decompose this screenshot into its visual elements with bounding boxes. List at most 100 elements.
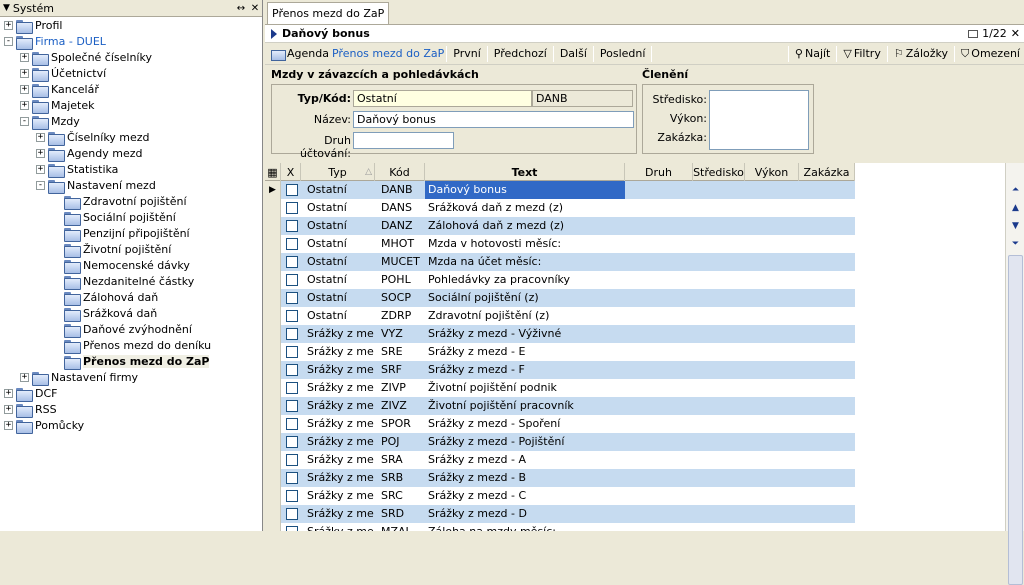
row-checkbox[interactable] (286, 292, 298, 304)
row-checkbox[interactable] (286, 454, 298, 466)
tree-item[interactable]: Zdravotní pojištění (52, 193, 187, 210)
collapse-icon[interactable]: - (4, 36, 13, 46)
table-row[interactable]: Ostatní DANS Srážková daň z mezd (z) (265, 199, 855, 217)
expand-icon[interactable]: + (20, 372, 29, 382)
tree-item[interactable]: Daňové zvýhodnění (52, 321, 192, 338)
table-row[interactable]: Ostatní MHOT Mzda v hotovosti měsíc: (265, 235, 855, 253)
tree-item[interactable]: Penzijní připojištění (52, 225, 190, 242)
agenda-link[interactable]: Přenos mezd do ZaP (332, 47, 444, 60)
scroll-bottom-icon[interactable]: ⏷ (1009, 239, 1022, 251)
expand-icon[interactable]: + (36, 164, 45, 174)
table-row[interactable]: Srážky z mezd SPOR Srážky z mezd - Spoření (265, 415, 855, 433)
tree-item[interactable]: Nemocenské dávky (52, 257, 190, 274)
table-row[interactable]: ▶ Ostatní DANB Daňový bonus (265, 181, 855, 199)
row-checkbox[interactable] (286, 328, 298, 340)
row-checkbox[interactable] (286, 364, 298, 376)
table-row[interactable]: Srážky z mezd POJ Srážky z mezd - Pojištěn… (265, 433, 855, 451)
last-button[interactable]: Poslední (596, 45, 650, 62)
division-textarea[interactable] (709, 90, 809, 150)
row-checkbox[interactable] (286, 526, 298, 531)
tree-item[interactable]: Životní pojištění (52, 241, 171, 258)
tree-item[interactable]: Přenos mezd do deníku (52, 337, 211, 354)
table-row[interactable]: Srážky z mezd VYZ Srážky z mezd - Výživné (265, 325, 855, 343)
tree-item[interactable]: + Společné číselníky (20, 49, 152, 66)
row-checkbox[interactable] (286, 490, 298, 502)
expand-icon[interactable]: + (20, 68, 29, 78)
tree-item[interactable]: + Pomůcky (4, 417, 84, 434)
tree-item[interactable]: + Agendy mezd (36, 145, 142, 162)
row-checkbox[interactable] (286, 418, 298, 430)
find-button[interactable]: ⚲ Najít (791, 45, 834, 62)
chevron-down-icon[interactable]: ▼ (3, 3, 10, 13)
first-button[interactable]: První (449, 45, 485, 62)
row-checkbox[interactable] (286, 202, 298, 214)
expand-icon[interactable]: + (20, 52, 29, 62)
tree-item[interactable]: + Číselníky mezd (36, 129, 150, 146)
scrollbar-thumb[interactable] (1008, 255, 1023, 585)
tree-item[interactable]: + Majetek (20, 97, 95, 114)
table-row[interactable]: Srážky z mezd ZIVP Životní pojištění podni… (265, 379, 855, 397)
tree-item[interactable]: Srážková daň (52, 305, 157, 322)
table-row[interactable]: Ostatní ZDRP Zdravotní pojištění (z) (265, 307, 855, 325)
expand-icon[interactable]: + (36, 148, 45, 158)
column-header-zakazka[interactable]: Zakázka (799, 163, 855, 181)
tree-item[interactable]: Sociální pojištění (52, 209, 176, 226)
bookmarks-button[interactable]: ⚐ Záložky (890, 45, 952, 62)
pin-icon[interactable]: ↔ (234, 3, 248, 14)
row-checkbox[interactable] (286, 256, 298, 268)
scroll-page-down-icon[interactable]: ▼ (1009, 221, 1022, 233)
column-header-typ[interactable]: Typ △ (301, 163, 375, 181)
scroll-page-up-icon[interactable]: ▲ (1009, 203, 1022, 215)
column-header-stredisko[interactable]: Středisko (693, 163, 745, 181)
tree-item[interactable]: + Profil (4, 17, 62, 34)
row-checkbox[interactable] (286, 220, 298, 232)
column-header-kod[interactable]: Kód (375, 163, 425, 181)
expand-icon[interactable]: + (4, 20, 13, 30)
column-header-x[interactable]: X (281, 163, 301, 181)
row-checkbox[interactable] (286, 238, 298, 250)
row-checkbox[interactable] (286, 310, 298, 322)
name-field[interactable]: Daňový bonus (353, 111, 634, 128)
row-checkbox[interactable] (286, 508, 298, 520)
next-button[interactable]: Další (556, 45, 591, 62)
expand-icon[interactable]: + (4, 388, 13, 398)
table-row[interactable]: Srážky z mezd SRE Srážky z mezd - E (265, 343, 855, 361)
tab-prenos-mezd[interactable]: Přenos mezd do ZaP (267, 2, 390, 24)
tree-item[interactable]: Nezdanitelné částky (52, 273, 194, 290)
tree-item[interactable]: Přenos mezd do ZaP (52, 353, 210, 370)
tree-item[interactable]: + Nastavení firmy (20, 369, 138, 386)
tree-item[interactable]: - Firma - DUEL (4, 33, 106, 50)
table-row[interactable]: Srážky z mezd SRC Srážky z mezd - C (265, 487, 855, 505)
vertical-scrollbar[interactable]: ⏶ ▲ ▼ ⏷ (1005, 163, 1024, 585)
tree-item[interactable]: - Mzdy (20, 113, 80, 130)
expand-icon[interactable]: + (20, 84, 29, 94)
row-checkbox[interactable] (286, 472, 298, 484)
grid-settings-icon[interactable]: ▦ (265, 163, 281, 181)
table-row[interactable]: Srážky z mezd SRF Srážky z mezd - F (265, 361, 855, 379)
table-row[interactable]: Ostatní SOCP Sociální pojištění (z) (265, 289, 855, 307)
expand-icon[interactable]: + (36, 132, 45, 142)
tree-item[interactable]: + Kancelář (20, 81, 99, 98)
table-row[interactable]: Srážky z mezd SRA Srážky z mezd - A (265, 451, 855, 469)
tree-item[interactable]: + Statistika (36, 161, 118, 178)
table-row[interactable]: Srážky z mezd SRD Srážky z mezd - D (265, 505, 855, 523)
limit-button[interactable]: ⛉ Omezení (957, 45, 1024, 63)
scroll-top-icon[interactable]: ⏶ (1009, 185, 1022, 197)
row-checkbox[interactable] (286, 346, 298, 358)
column-header-vykon[interactable]: Výkon (745, 163, 799, 181)
row-checkbox[interactable] (286, 382, 298, 394)
expand-icon[interactable]: + (4, 404, 13, 414)
close-icon[interactable]: ✕ (1011, 27, 1020, 40)
accounting-type-field[interactable] (353, 132, 454, 149)
row-checkbox[interactable] (286, 436, 298, 448)
tree-item[interactable]: + DCF (4, 385, 57, 402)
table-row[interactable]: Ostatní DANZ Zálohová daň z mezd (z) (265, 217, 855, 235)
row-checkbox[interactable] (286, 274, 298, 286)
table-row[interactable]: Srážky z mezd ZIVZ Životní pojištění praco… (265, 397, 855, 415)
tree-item[interactable]: Zálohová daň (52, 289, 158, 306)
table-row[interactable]: Srážky z mezd MZALZáloha na mzdy měsíc: (265, 523, 855, 531)
tree-item[interactable]: + Účetnictví (20, 65, 106, 82)
row-checkbox[interactable] (286, 184, 298, 196)
tree-item[interactable]: + RSS (4, 401, 57, 418)
table-row[interactable]: Ostatní MUCET Mzda na účet měsíc: (265, 253, 855, 271)
